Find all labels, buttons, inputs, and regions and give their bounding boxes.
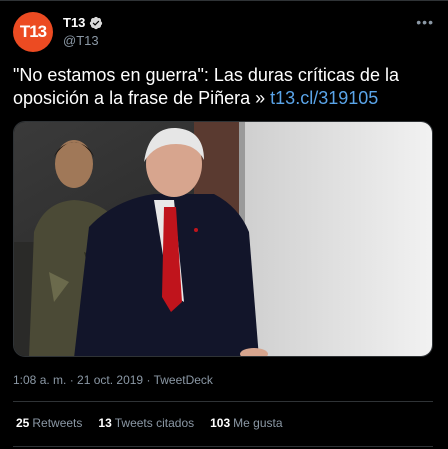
avatar-logo-text: T13 [19, 22, 47, 41]
tweet-link[interactable]: t13.cl/319105 [270, 88, 378, 108]
avatar[interactable]: T13 [13, 12, 53, 52]
meta-separator: · [66, 373, 78, 387]
tweet-meta: 1:08 a. m. · 21 oct. 2019 · TweetDeck [13, 373, 213, 387]
likes-count: 103 [210, 416, 231, 430]
tweet-photo[interactable] [13, 121, 433, 357]
engagement-stats: 25 Retweets 13 Tweets citados 103 Me gusta [16, 416, 283, 430]
author-name-row[interactable]: T13 [63, 15, 103, 30]
more-options-icon[interactable]: ••• [416, 14, 434, 30]
display-name[interactable]: T13 [63, 15, 85, 30]
retweets-stat[interactable]: 25 Retweets [16, 416, 82, 430]
divider [13, 446, 433, 447]
likes-label: Me gusta [233, 416, 283, 430]
tweet-time[interactable]: 1:08 a. m. [13, 373, 66, 387]
tweet-date[interactable]: 21 oct. 2019 [77, 373, 143, 387]
quote-tweets-stat[interactable]: 13 Tweets citados [98, 416, 194, 430]
verified-badge-icon [90, 16, 103, 29]
photo-illustration [14, 122, 432, 356]
meta-separator: · [143, 373, 154, 387]
likes-stat[interactable]: 103 Me gusta [210, 416, 282, 430]
top-divider [0, 0, 448, 1]
divider [13, 401, 433, 402]
quote-tweets-label: Tweets citados [114, 416, 195, 430]
retweets-label: Retweets [32, 416, 83, 430]
tweet-text: "No estamos en guerra": Las duras crític… [13, 64, 433, 110]
retweets-count: 25 [16, 416, 30, 430]
handle[interactable]: @T13 [63, 33, 99, 48]
quote-tweets-count: 13 [98, 416, 112, 430]
tweet-source[interactable]: TweetDeck [154, 373, 213, 387]
